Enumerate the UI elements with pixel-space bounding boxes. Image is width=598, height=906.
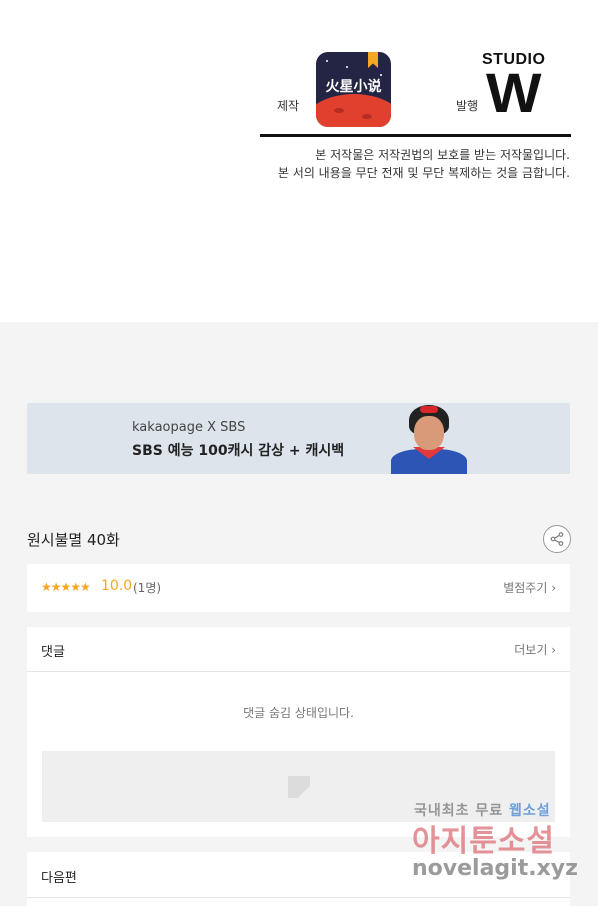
person-bow (420, 406, 438, 413)
star-rating-icon: ★★★★★ (41, 580, 91, 594)
copyright-notice: 본 저작물은 저작권법의 보호를 받는 저작물입니다. 본 서의 내용을 무단 … (278, 146, 570, 182)
copyright-line-1: 본 저작물은 저작권법의 보호를 받는 저작물입니다. (315, 148, 570, 162)
banner-line-1: kakaopage X SBS (132, 420, 246, 435)
watermark-line-3: novelagit.xyz (412, 856, 578, 881)
logo-crater (334, 108, 344, 113)
more-comments-link[interactable]: 더보기 › (514, 641, 556, 658)
credits-divider (260, 134, 571, 137)
rating-card: ★★★★★ 10.0 (1명) 별점주기 › (27, 564, 570, 612)
logo-text: 火星小说 (325, 79, 382, 95)
promo-banner[interactable]: kakaopage X SBS SBS 예능 100캐시 감상 + 캐시백 (27, 403, 570, 474)
mars-novel-logo: 火星小说 (316, 52, 391, 127)
watermark-line-2: 아지툰소설 (412, 824, 555, 859)
publisher-label: 발행 (456, 99, 479, 113)
next-episode-title: 다음편 (41, 871, 77, 886)
share-icon (550, 532, 564, 546)
logo-star (346, 66, 348, 68)
site-watermark: 국내최초 무료 웹소설 아지툰소설 novelagit.xyz (410, 800, 598, 896)
comments-hidden-message: 댓글 숨김 상태입니다. (243, 706, 354, 720)
rating-score: 10.0 (101, 578, 133, 594)
bookmark-icon (368, 52, 378, 68)
comments-title: 댓글 (41, 645, 65, 660)
production-label: 제작 (277, 99, 300, 113)
rate-button[interactable]: 별점주기 › (503, 579, 556, 596)
person-face (414, 416, 444, 450)
logo-crater (362, 114, 372, 119)
banner-person-image (387, 403, 471, 474)
studio-w-logo-letter: W (486, 61, 542, 124)
banner-line-2: SBS 예능 100캐시 감상 + 캐시백 (132, 443, 345, 459)
copyright-line-2: 본 서의 내용을 무단 전재 및 무단 복제하는 것을 금합니다. (277, 166, 570, 180)
rating-count: (1명) (133, 581, 162, 595)
share-button[interactable] (543, 525, 571, 553)
planet-graphic (316, 94, 391, 127)
comments-header: 댓글 더보기 › (27, 627, 570, 672)
logo-star (326, 60, 328, 62)
studio-w-logo: STUDIO W (482, 52, 556, 121)
image-placeholder-icon (288, 776, 310, 798)
episode-title: 원시불멸 40화 (27, 531, 120, 549)
next-divider (27, 897, 570, 898)
credits-section: 제작 火星小说 발행 STUDIO W 본 저작물은 저작권법의 보호를 받는 … (0, 0, 598, 322)
